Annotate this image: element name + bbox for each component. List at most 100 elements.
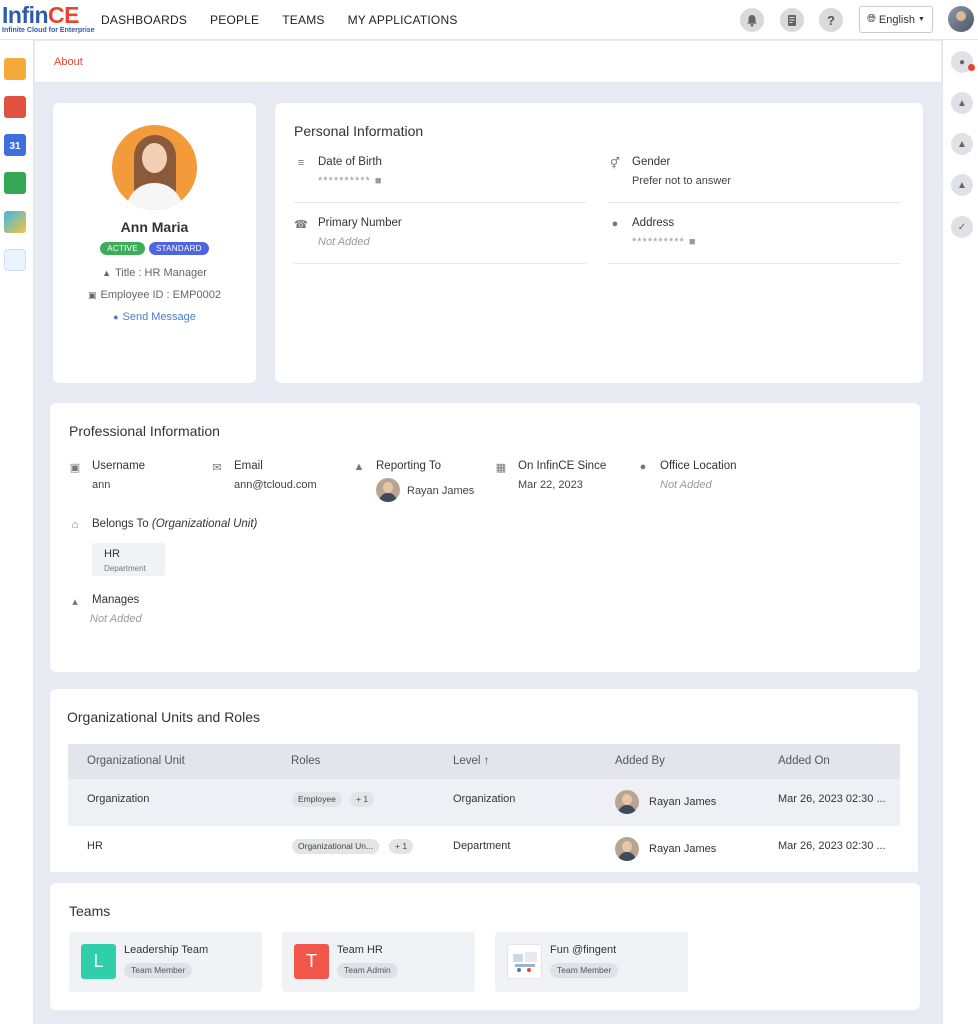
avatar	[615, 837, 639, 861]
team-card-hr[interactable]: T Team HR Team Admin	[282, 932, 475, 992]
calendar-check-icon[interactable]: ✓	[951, 216, 973, 238]
main-nav: DASHBOARDS PEOPLE TEAMS MY APPLICATIONS	[101, 0, 458, 40]
more-roles-pill[interactable]: + 1	[350, 792, 375, 807]
professional-info-card: Professional Information ▣ Username ann …	[50, 403, 920, 672]
role-pill: Employee	[292, 792, 342, 807]
team-role: Team Admin	[337, 963, 398, 978]
org-units-card: Organizational Units and Roles Organizat…	[50, 689, 918, 872]
team-initial: L	[81, 944, 116, 979]
profile-name: Ann Maria	[120, 219, 189, 235]
role-pill: Organizational Un...	[292, 839, 380, 854]
mail-app-icon[interactable]	[4, 96, 26, 118]
table-row[interactable]: HR Organizational Un... + 1 Department R…	[68, 826, 900, 873]
user-settings-icon[interactable]: ▲	[951, 133, 973, 155]
dob-value: ********** ■	[318, 175, 382, 187]
notification-dot	[968, 64, 975, 71]
professional-info-title: Professional Information	[69, 423, 220, 439]
team-initial: T	[294, 944, 329, 979]
help-icon[interactable]: ?	[819, 8, 843, 32]
top-bar: InfinCE Infinite Cloud for Enterprise DA…	[0, 0, 978, 40]
team-image	[507, 944, 542, 979]
user-avatar[interactable]	[948, 6, 974, 32]
address-value: ********** ■	[632, 236, 696, 248]
user-icon: ▲	[353, 461, 365, 473]
calendar-icon: ▦	[495, 462, 507, 474]
col-roles[interactable]: Roles	[291, 755, 320, 767]
profile-card: Ann Maria ACTIVE STANDARD ▲ Title : HR Ma…	[53, 103, 256, 383]
id-badge-icon: ▣	[69, 462, 81, 474]
caret-down-icon: ▼	[917, 16, 925, 23]
team-role: Team Member	[124, 963, 193, 978]
since-value: Mar 22, 2023	[518, 479, 583, 491]
nav-dashboards[interactable]: DASHBOARDS	[101, 13, 187, 27]
language-value: English	[878, 13, 915, 26]
col-org-unit[interactable]: Organizational Unit	[87, 755, 185, 767]
gallery-app-icon[interactable]	[4, 211, 26, 233]
lock-icon: ■	[688, 236, 696, 248]
gender-icon: ⚥︎	[610, 158, 620, 170]
username-value: ann	[92, 479, 111, 491]
profile-title: ▲ Title : HR Manager	[102, 267, 207, 279]
org-units-title: Organizational Units and Roles	[67, 709, 260, 725]
team-name: Team HR	[337, 944, 383, 956]
bank-icon: ⌂︎	[71, 519, 79, 531]
profile-photo	[112, 125, 197, 210]
folder-app-icon[interactable]	[4, 58, 26, 80]
envelope-icon: ✉︎	[212, 462, 222, 474]
ou-chip[interactable]: HR Department	[92, 543, 165, 576]
table-row[interactable]: Organization Employee + 1 Organization R…	[68, 779, 900, 826]
nav-my-applications[interactable]: MY APPLICATIONS	[348, 13, 458, 27]
team-name: Leadership Team	[124, 944, 209, 956]
manages-value: Not Added	[90, 613, 142, 625]
breadcrumb-about[interactable]: About	[54, 56, 83, 68]
teams-title: Teams	[69, 903, 111, 919]
map-pin-icon: ●	[611, 218, 619, 230]
right-rail: ● ▲ ▲ ▲ ✓	[942, 40, 978, 1024]
bell-icon[interactable]	[740, 8, 764, 32]
chat-icon[interactable]: ●	[951, 51, 975, 73]
more-roles-pill[interactable]: + 1	[389, 839, 414, 854]
users-icon: ▴	[72, 596, 78, 608]
logo-tagline: Infinite Cloud for Enterprise	[2, 27, 95, 34]
reporting-avatar[interactable]	[376, 478, 400, 502]
reporting-value[interactable]: Rayan James	[407, 485, 474, 497]
globe-icon: 🌐︎	[867, 13, 876, 25]
avatar	[615, 790, 639, 814]
language-select[interactable]: 🌐︎ English ▼	[859, 6, 933, 33]
team-card-fun-fingent[interactable]: Fun @fingent Team Member	[495, 932, 688, 992]
personal-info-title: Personal Information	[294, 123, 424, 139]
team-card-leadership[interactable]: L Leadership Team Team Member	[69, 932, 262, 992]
team-name: Fun @fingent	[550, 944, 617, 956]
send-message-link[interactable]: ● Send Message	[53, 311, 256, 323]
user-icon[interactable]: ▲	[951, 92, 973, 114]
comment-icon: ●	[113, 312, 119, 322]
nav-teams[interactable]: TEAMS	[282, 13, 324, 27]
infince-logo[interactable]: InfinCE Infinite Cloud for Enterprise	[2, 3, 95, 37]
gender-value: Prefer not to answer	[632, 175, 732, 187]
phone-icon: ☎︎	[294, 219, 308, 231]
profile-badges: ACTIVE STANDARD	[53, 242, 256, 255]
calendar-app-icon[interactable]: 31	[4, 134, 26, 156]
cake-icon: ≡	[297, 157, 305, 169]
phone-value: Not Added	[318, 236, 370, 248]
notes-icon[interactable]	[780, 8, 804, 32]
status-badge: ACTIVE	[100, 242, 145, 255]
col-added-by[interactable]: Added By	[615, 755, 665, 767]
email-value: ann@tcloud.com	[234, 479, 317, 491]
id-card-icon: ▣	[88, 290, 97, 300]
group-icon[interactable]: ▲	[951, 174, 973, 196]
profile-employee-id: ▣ Employee ID : EMP0002	[88, 289, 221, 301]
map-pin-icon: ●	[639, 461, 647, 473]
forms-app-icon[interactable]	[4, 249, 26, 271]
col-added-on[interactable]: Added On	[778, 755, 830, 767]
type-badge: STANDARD	[148, 242, 209, 255]
nav-people[interactable]: PEOPLE	[210, 13, 259, 27]
apps-rail: 31	[0, 40, 34, 1024]
breadcrumb: About	[35, 41, 941, 83]
lock-icon: ■	[374, 175, 382, 187]
user-tie-icon: ▲	[102, 268, 111, 278]
team-role: Team Member	[550, 963, 619, 978]
tasks-app-icon[interactable]	[4, 172, 26, 194]
office-value: Not Added	[660, 479, 712, 491]
col-level[interactable]: Level ↑	[453, 755, 489, 767]
